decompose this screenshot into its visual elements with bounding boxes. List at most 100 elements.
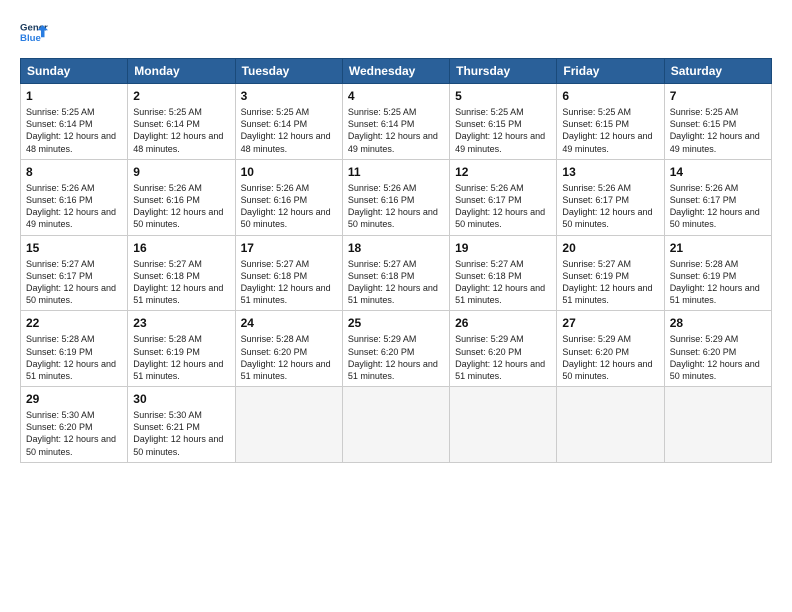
calendar-cell: 28 Sunrise: 5:29 AM Sunset: 6:20 PM Dayli…	[664, 311, 771, 387]
day-info: Sunrise: 5:26 AM Sunset: 6:17 PM Dayligh…	[670, 182, 766, 231]
day-number: 27	[562, 315, 658, 331]
day-number: 5	[455, 88, 551, 104]
calendar-cell: 12 Sunrise: 5:26 AM Sunset: 6:17 PM Dayli…	[450, 159, 557, 235]
calendar-row-2: 15 Sunrise: 5:27 AM Sunset: 6:17 PM Dayli…	[21, 235, 772, 311]
day-info: Sunrise: 5:26 AM Sunset: 6:16 PM Dayligh…	[241, 182, 337, 231]
day-info: Sunrise: 5:26 AM Sunset: 6:17 PM Dayligh…	[455, 182, 551, 231]
calendar-cell: 5 Sunrise: 5:25 AM Sunset: 6:15 PM Daylig…	[450, 84, 557, 160]
day-number: 6	[562, 88, 658, 104]
calendar-cell: 15 Sunrise: 5:27 AM Sunset: 6:17 PM Dayli…	[21, 235, 128, 311]
calendar-cell: 1Sunrise: 5:25 AM Sunset: 6:14 PM Daylig…	[21, 84, 128, 160]
day-info: Sunrise: 5:27 AM Sunset: 6:18 PM Dayligh…	[241, 258, 337, 307]
day-info: Sunrise: 5:25 AM Sunset: 6:15 PM Dayligh…	[562, 106, 658, 155]
day-number: 25	[348, 315, 444, 331]
day-number: 2	[133, 88, 229, 104]
day-info: Sunrise: 5:29 AM Sunset: 6:20 PM Dayligh…	[455, 333, 551, 382]
day-number: 22	[26, 315, 122, 331]
day-info: Sunrise: 5:28 AM Sunset: 6:19 PM Dayligh…	[670, 258, 766, 307]
day-number: 12	[455, 164, 551, 180]
col-header-friday: Friday	[557, 59, 664, 84]
day-info: Sunrise: 5:30 AM Sunset: 6:21 PM Dayligh…	[133, 409, 229, 458]
calendar-cell: 9 Sunrise: 5:26 AM Sunset: 6:16 PM Daylig…	[128, 159, 235, 235]
day-info: Sunrise: 5:25 AM Sunset: 6:14 PM Dayligh…	[133, 106, 229, 155]
day-number: 26	[455, 315, 551, 331]
calendar-cell	[235, 387, 342, 463]
day-info: Sunrise: 5:27 AM Sunset: 6:17 PM Dayligh…	[26, 258, 122, 307]
day-number: 30	[133, 391, 229, 407]
page: General Blue SundayMondayTuesdayWednesda…	[0, 0, 792, 473]
calendar-cell: 13 Sunrise: 5:26 AM Sunset: 6:17 PM Dayli…	[557, 159, 664, 235]
calendar-cell: 7Sunrise: 5:25 AM Sunset: 6:15 PM Daylig…	[664, 84, 771, 160]
calendar-cell: 22 Sunrise: 5:28 AM Sunset: 6:19 PM Dayli…	[21, 311, 128, 387]
calendar-cell: 21Sunrise: 5:28 AM Sunset: 6:19 PM Dayli…	[664, 235, 771, 311]
day-info: Sunrise: 5:27 AM Sunset: 6:18 PM Dayligh…	[348, 258, 444, 307]
day-info: Sunrise: 5:25 AM Sunset: 6:15 PM Dayligh…	[455, 106, 551, 155]
day-number: 28	[670, 315, 766, 331]
day-number: 17	[241, 240, 337, 256]
col-header-tuesday: Tuesday	[235, 59, 342, 84]
day-number: 29	[26, 391, 122, 407]
calendar-cell: 11 Sunrise: 5:26 AM Sunset: 6:16 PM Dayli…	[342, 159, 449, 235]
logo: General Blue	[20, 18, 48, 46]
day-info: Sunrise: 5:25 AM Sunset: 6:14 PM Dayligh…	[241, 106, 337, 155]
calendar-cell: 14 Sunrise: 5:26 AM Sunset: 6:17 PM Dayli…	[664, 159, 771, 235]
calendar-cell: 10 Sunrise: 5:26 AM Sunset: 6:16 PM Dayli…	[235, 159, 342, 235]
day-number: 19	[455, 240, 551, 256]
day-number: 18	[348, 240, 444, 256]
calendar-row-1: 8 Sunrise: 5:26 AM Sunset: 6:16 PM Daylig…	[21, 159, 772, 235]
calendar-cell: 2 Sunrise: 5:25 AM Sunset: 6:14 PM Daylig…	[128, 84, 235, 160]
calendar-cell: 18 Sunrise: 5:27 AM Sunset: 6:18 PM Dayli…	[342, 235, 449, 311]
day-info: Sunrise: 5:28 AM Sunset: 6:20 PM Dayligh…	[241, 333, 337, 382]
day-info: Sunrise: 5:27 AM Sunset: 6:19 PM Dayligh…	[562, 258, 658, 307]
calendar-cell: 16Sunrise: 5:27 AM Sunset: 6:18 PM Dayli…	[128, 235, 235, 311]
day-number: 15	[26, 240, 122, 256]
day-info: Sunrise: 5:25 AM Sunset: 6:14 PM Dayligh…	[348, 106, 444, 155]
calendar-cell	[664, 387, 771, 463]
calendar-cell: 29Sunrise: 5:30 AM Sunset: 6:20 PM Dayli…	[21, 387, 128, 463]
day-info: Sunrise: 5:27 AM Sunset: 6:18 PM Dayligh…	[455, 258, 551, 307]
day-number: 20	[562, 240, 658, 256]
col-header-monday: Monday	[128, 59, 235, 84]
day-info: Sunrise: 5:28 AM Sunset: 6:19 PM Dayligh…	[26, 333, 122, 382]
day-number: 3	[241, 88, 337, 104]
calendar-cell: 3 Sunrise: 5:25 AM Sunset: 6:14 PM Daylig…	[235, 84, 342, 160]
day-number: 11	[348, 164, 444, 180]
svg-text:Blue: Blue	[20, 33, 41, 44]
col-header-thursday: Thursday	[450, 59, 557, 84]
calendar-cell: 27Sunrise: 5:29 AM Sunset: 6:20 PM Dayli…	[557, 311, 664, 387]
calendar-cell: 19 Sunrise: 5:27 AM Sunset: 6:18 PM Dayli…	[450, 235, 557, 311]
day-number: 23	[133, 315, 229, 331]
calendar-cell	[450, 387, 557, 463]
day-number: 24	[241, 315, 337, 331]
day-number: 14	[670, 164, 766, 180]
day-info: Sunrise: 5:29 AM Sunset: 6:20 PM Dayligh…	[670, 333, 766, 382]
calendar-header-row: SundayMondayTuesdayWednesdayThursdayFrid…	[21, 59, 772, 84]
day-info: Sunrise: 5:26 AM Sunset: 6:16 PM Dayligh…	[348, 182, 444, 231]
calendar-cell: 8 Sunrise: 5:26 AM Sunset: 6:16 PM Daylig…	[21, 159, 128, 235]
header: General Blue	[20, 18, 772, 46]
day-number: 8	[26, 164, 122, 180]
day-number: 1	[26, 88, 122, 104]
day-info: Sunrise: 5:25 AM Sunset: 6:15 PM Dayligh…	[670, 106, 766, 155]
calendar-cell: 30 Sunrise: 5:30 AM Sunset: 6:21 PM Dayli…	[128, 387, 235, 463]
calendar-cell: 26 Sunrise: 5:29 AM Sunset: 6:20 PM Dayli…	[450, 311, 557, 387]
day-number: 4	[348, 88, 444, 104]
calendar-cell: 24 Sunrise: 5:28 AM Sunset: 6:20 PM Dayli…	[235, 311, 342, 387]
calendar-cell: 17 Sunrise: 5:27 AM Sunset: 6:18 PM Dayli…	[235, 235, 342, 311]
day-number: 10	[241, 164, 337, 180]
day-info: Sunrise: 5:28 AM Sunset: 6:19 PM Dayligh…	[133, 333, 229, 382]
day-number: 9	[133, 164, 229, 180]
calendar-cell: 20 Sunrise: 5:27 AM Sunset: 6:19 PM Dayli…	[557, 235, 664, 311]
day-info: Sunrise: 5:27 AM Sunset: 6:18 PM Dayligh…	[133, 258, 229, 307]
col-header-sunday: Sunday	[21, 59, 128, 84]
day-info: Sunrise: 5:26 AM Sunset: 6:16 PM Dayligh…	[26, 182, 122, 231]
day-info: Sunrise: 5:26 AM Sunset: 6:16 PM Dayligh…	[133, 182, 229, 231]
calendar-cell: 23 Sunrise: 5:28 AM Sunset: 6:19 PM Dayli…	[128, 311, 235, 387]
day-number: 13	[562, 164, 658, 180]
day-info: Sunrise: 5:26 AM Sunset: 6:17 PM Dayligh…	[562, 182, 658, 231]
day-info: Sunrise: 5:29 AM Sunset: 6:20 PM Dayligh…	[348, 333, 444, 382]
calendar-cell: 4 Sunrise: 5:25 AM Sunset: 6:14 PM Daylig…	[342, 84, 449, 160]
calendar-cell	[342, 387, 449, 463]
col-header-wednesday: Wednesday	[342, 59, 449, 84]
calendar-table: SundayMondayTuesdayWednesdayThursdayFrid…	[20, 58, 772, 463]
